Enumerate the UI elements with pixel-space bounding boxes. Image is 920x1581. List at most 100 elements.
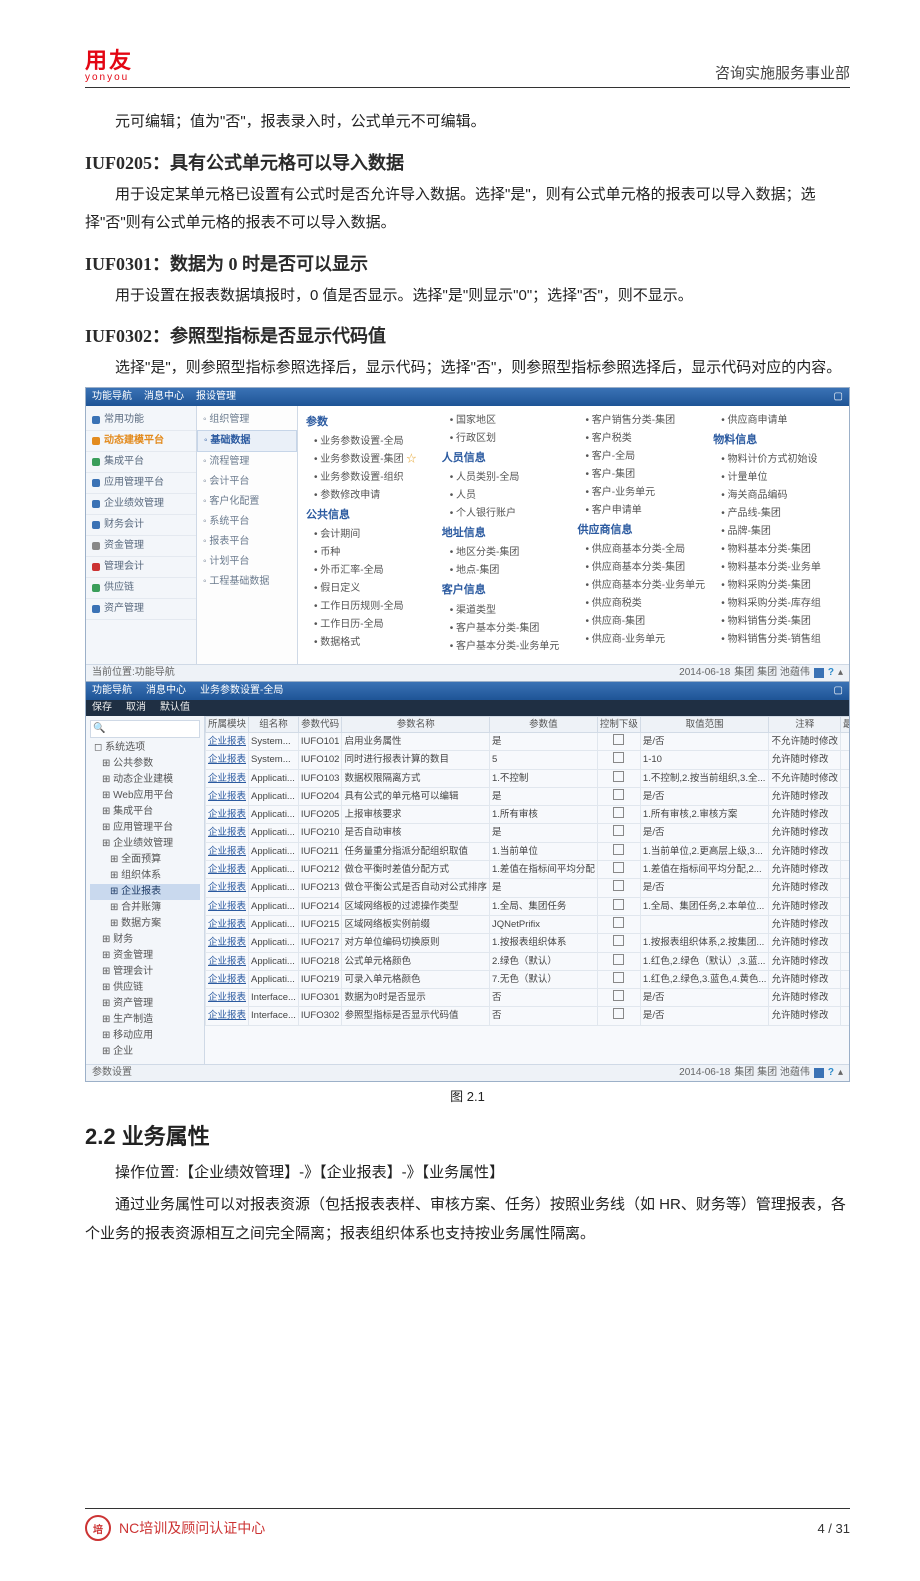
menu-link[interactable]: • 客户基本分类-业务单元 [442,638,570,656]
menu-link[interactable]: • 客户-业务单元 [578,484,706,502]
sidebar-category-item[interactable]: ◦ 工程基础数据 [197,572,297,592]
menu-link[interactable]: • 人员 [442,487,570,505]
menu-link[interactable]: • 人员类别-全局 [442,469,570,487]
menu-link[interactable]: • 地区分类-集团 [442,544,570,562]
sidebar-module-item[interactable]: 集成平台 [86,452,196,473]
table-row[interactable]: 企业报表Applicati...IUFO204具有公式的单元格可以编辑是是/否允… [206,787,850,805]
tree-node[interactable]: ⊞ 公共参数 [90,756,200,772]
table-row[interactable]: 企业报表Applicati...IUFO103数据权限隔离方式1.不控制1.不控… [206,769,850,787]
menu-link[interactable]: • 业务参数设置-组织 [306,469,434,487]
menu-link[interactable]: • 会计期间 [306,526,434,544]
param-grid[interactable]: 所属模块组名称参数代码参数名称参数值控制下级取值范围注释最后修改人最后企业报表S… [205,716,849,1064]
menu-link[interactable]: • 行政区划 [442,430,570,448]
sidebar-module-item[interactable]: 管理会计 [86,557,196,578]
option-tree[interactable]: 🔍 ◻ 系统选项⊞ 公共参数⊞ 动态企业建模⊞ Web应用平台⊞ 集成平台⊞ 应… [86,716,205,1064]
menu-link[interactable]: • 供应商基本分类-业务单元 [578,577,706,595]
column-header[interactable]: 注释 [769,716,841,732]
menu-link[interactable]: • 供应商基本分类-集团 [578,559,706,577]
tree-node[interactable]: ⊞ 全面预算 [90,852,200,868]
table-row[interactable]: 企业报表Applicati...IUFO214区域网络板的过滤操作类型1.全局、… [206,897,850,915]
tab[interactable]: 功能导航 [92,684,132,698]
column-header[interactable]: 控制下级 [597,716,640,732]
default-button[interactable]: 默认值 [160,701,190,715]
menu-link[interactable]: • 供应商-集团 [578,613,706,631]
sidebar-category-item[interactable]: ◦ 组织管理 [197,410,297,430]
tree-node[interactable]: ⊞ 生产制造 [90,1012,200,1028]
menu-link[interactable]: • 供应商-业务单元 [578,631,706,649]
avatar-icon[interactable] [814,1068,824,1078]
menu-link[interactable]: • 物料采购分类-集团 [713,577,841,595]
menu-link[interactable]: • 海关商品编码 [713,487,841,505]
sidebar-category-item[interactable]: ◦ 系统平台 [197,512,297,532]
tree-node[interactable]: ⊞ Web应用平台 [90,788,200,804]
sidebar-category-item[interactable]: ◦ 流程管理 [197,452,297,472]
menu-link[interactable]: • 供应商税类 [578,595,706,613]
column-header[interactable]: 参数名称 [342,716,490,732]
menu-link[interactable]: • 外币汇率-全局 [306,562,434,580]
tree-node[interactable]: ⊞ 应用管理平台 [90,820,200,836]
menu-link[interactable]: • 客户-集团 [578,466,706,484]
menu-link[interactable]: • 客户税类 [578,430,706,448]
column-header[interactable]: 参数值 [489,716,597,732]
sidebar-module-item[interactable]: 供应链 [86,578,196,599]
tab[interactable]: 功能导航 [92,390,132,404]
tab[interactable]: 消息中心 [144,390,184,404]
menu-link[interactable]: • 假日定义 [306,580,434,598]
menu-link[interactable]: • 供应商基本分类-全局 [578,541,706,559]
menu-link[interactable]: • 品牌-集团 [713,523,841,541]
tree-node[interactable]: ◻ 系统选项 [90,740,200,756]
tree-node[interactable]: ⊞ 集成平台 [90,804,200,820]
menu-link[interactable]: • 客户销售分类-集团 [578,412,706,430]
menu-link[interactable]: • 物料采购分类-库存组 [713,595,841,613]
column-header[interactable]: 最后修改人 [840,716,849,732]
menu-link[interactable]: • 产品线-集团 [713,505,841,523]
sidebar-category-item[interactable]: ◦ 会计平台 [197,472,297,492]
window-control-icon[interactable]: ▢ [834,684,843,698]
tab[interactable]: 业务参数设置-全局 [200,684,283,698]
column-header[interactable]: 取值范围 [640,716,769,732]
sidebar-category-item[interactable]: ◦ 报表平台 [197,532,297,552]
table-row[interactable]: 企业报表Interface...IUFO302参照型指标是否显示代码值否是/否允… [206,1007,850,1025]
sidebar-module-item[interactable]: 应用管理平台 [86,473,196,494]
tree-node[interactable]: ⊞ 组织体系 [90,868,200,884]
search-input[interactable]: 🔍 [90,720,200,738]
table-row[interactable]: 企业报表System...IUFO101启用业务属性是是/否不允许随时修改201… [206,732,850,750]
menu-link[interactable]: • 业务参数设置-集团 [306,451,434,469]
column-header[interactable]: 组名称 [249,716,299,732]
table-row[interactable]: 企业报表Applicati...IUFO205上报审核要求1.所有审核1.所有审… [206,806,850,824]
menu-link[interactable]: • 物料销售分类-销售组 [713,631,841,649]
tree-node[interactable]: ⊞ 企业 [90,1044,200,1060]
table-row[interactable]: 企业报表Applicati...IUFO210是否自动审核是是/否允许随时修改2… [206,824,850,842]
menu-link[interactable]: • 客户基本分类-集团 [442,620,570,638]
menu-link[interactable]: • 供应商申请单 [713,412,841,430]
tree-node[interactable]: ⊞ 企业报表 [90,884,200,900]
table-row[interactable]: 企业报表Interface...IUFO301数据为0时是否显示否是/否允许随时… [206,989,850,1007]
tree-node[interactable]: ⊞ 财务 [90,932,200,948]
menu-link[interactable]: • 地点-集团 [442,562,570,580]
sidebar-module-item[interactable]: 企业绩效管理 [86,494,196,515]
table-row[interactable]: 企业报表Applicati...IUFO211任务量重分指派分配组织取值1.当前… [206,842,850,860]
table-row[interactable]: 企业报表Applicati...IUFO212做仓平衡时差值分配方式1.差值在指… [206,861,850,879]
menu-link[interactable]: • 客户-全局 [578,448,706,466]
avatar-icon[interactable] [814,668,824,678]
menu-link[interactable]: • 渠道类型 [442,602,570,620]
sidebar-module-item[interactable]: 财务会计 [86,515,196,536]
column-header[interactable]: 参数代码 [298,716,342,732]
menu-link[interactable]: • 数据格式 [306,634,434,652]
menu-link[interactable]: • 物料基本分类-业务单 [713,559,841,577]
menu-link[interactable]: • 币种 [306,544,434,562]
help-icon[interactable]: ? [828,666,834,680]
save-button[interactable]: 保存 [92,701,112,715]
table-row[interactable]: 企业报表Applicati...IUFO215区域网络板实例前缀JQNetPri… [206,915,850,933]
table-row[interactable]: 企业报表Applicati...IUFO217对方单位编码切换原则1.按报表组织… [206,934,850,952]
sidebar-module-item[interactable]: 资金管理 [86,536,196,557]
tree-node[interactable]: ⊞ 企业绩效管理 [90,836,200,852]
sidebar-module-item[interactable]: 常用功能 [86,410,196,431]
menu-link[interactable]: • 业务参数设置-全局 [306,433,434,451]
menu-link[interactable]: • 物料计价方式初始设 [713,451,841,469]
menu-link[interactable]: • 个人银行账户 [442,505,570,523]
menu-link[interactable]: • 物料销售分类-集团 [713,613,841,631]
menu-link[interactable]: • 国家地区 [442,412,570,430]
tree-node[interactable]: ⊞ 资金管理 [90,948,200,964]
table-row[interactable]: 企业报表Applicati...IUFO218公式单元格颜色2.绿色（默认）1.… [206,952,850,970]
